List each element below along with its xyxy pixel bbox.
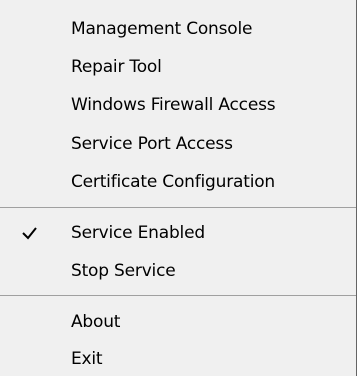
menu-item-about[interactable]: About [0,305,356,339]
menu-separator [0,207,356,208]
menu-item-exit[interactable]: Exit [0,342,356,376]
menu-item-label: About [71,312,121,332]
checkmark-icon [18,216,42,250]
menu-item-label: Service Port Access [71,134,233,154]
menu-item-label: Certificate Configuration [71,172,275,192]
menu-item-service-port-access[interactable]: Service Port Access [0,127,356,161]
menu-item-label: Stop Service [71,261,176,281]
menu-item-stop-service[interactable]: Stop Service [0,254,356,288]
menu-item-windows-firewall-access[interactable]: Windows Firewall Access [0,88,356,122]
menu-item-label: Management Console [71,19,253,39]
menu-separator [0,295,356,296]
context-menu: Management Console Repair Tool Windows F… [0,0,357,376]
menu-item-certificate-configuration[interactable]: Certificate Configuration [0,165,356,199]
menu-item-label: Windows Firewall Access [71,95,276,115]
menu-item-label: Exit [71,349,103,369]
menu-item-label: Repair Tool [71,57,162,77]
menu-item-service-enabled[interactable]: Service Enabled [0,216,356,250]
menu-item-repair-tool[interactable]: Repair Tool [0,50,356,84]
menu-item-label: Service Enabled [71,223,205,243]
menu-item-management-console[interactable]: Management Console [0,12,356,46]
